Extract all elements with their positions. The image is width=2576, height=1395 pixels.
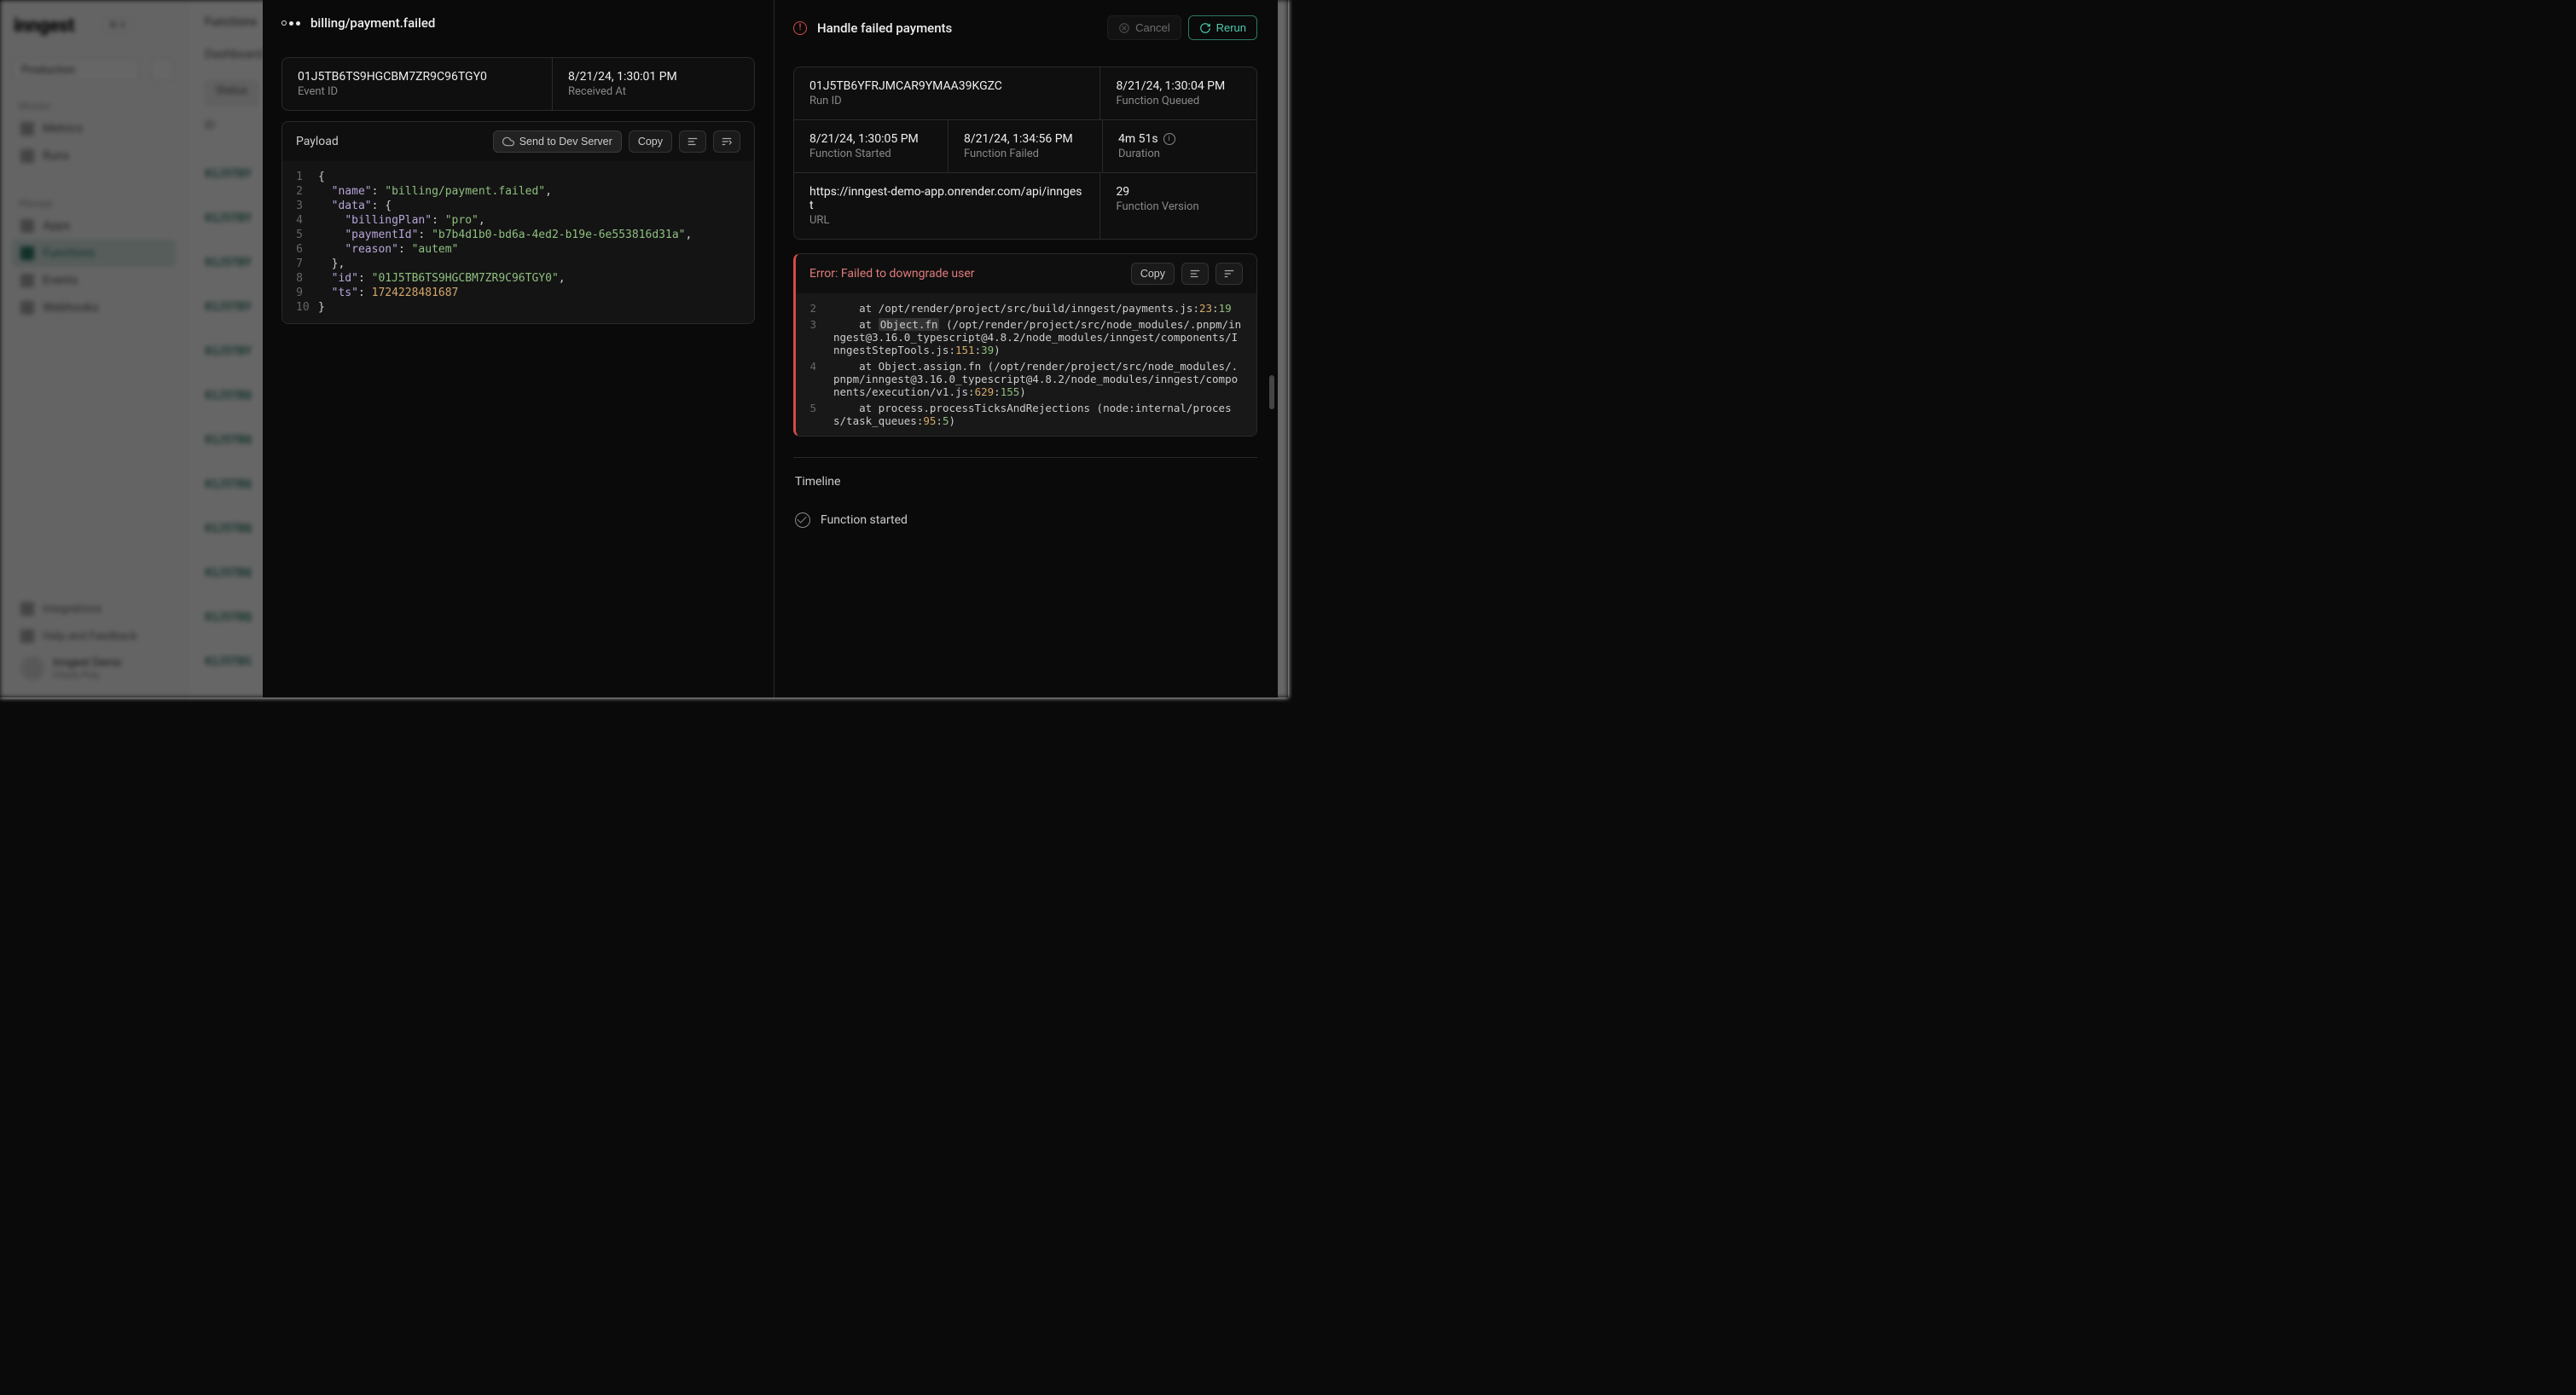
- scrollbar-thumb[interactable]: [1269, 375, 1274, 409]
- sort-icon: [721, 136, 733, 148]
- cloud-icon: [502, 136, 514, 148]
- code-line: 4 "billingPlan": "pro",: [282, 213, 754, 228]
- duration-value: 4m 51s i: [1118, 132, 1241, 146]
- sort-icon: [1223, 268, 1235, 280]
- error-card: Error: Failed to downgrade user Copy 2 a…: [793, 253, 1257, 437]
- payload-code: 1{2 "name": "billing/payment.failed",3 "…: [282, 161, 754, 323]
- code-line: 1{: [282, 170, 754, 184]
- url-label: URL: [809, 214, 1084, 227]
- duration-label: Duration: [1118, 148, 1241, 160]
- event-title: billing/payment.failed: [310, 15, 435, 31]
- code-line: 6 "reason": "autem": [282, 242, 754, 257]
- copy-error-button[interactable]: Copy: [1131, 263, 1175, 285]
- run-title: Handle failed payments: [817, 20, 952, 36]
- payload-title: Payload: [296, 135, 339, 148]
- received-at-value: 8/21/24, 1:30:01 PM: [568, 70, 739, 84]
- failed-label: Function Failed: [964, 148, 1087, 160]
- event-header: billing/payment.failed: [263, 0, 774, 47]
- error-stacktrace: 2 at /opt/render/project/src/build/innge…: [796, 293, 1256, 436]
- cancel-icon: [1118, 22, 1130, 34]
- stack-line: 4 at Object.assign.fn (/opt/render/proje…: [796, 358, 1256, 400]
- refresh-icon: [1199, 22, 1211, 34]
- code-line: 3 "data": {: [282, 199, 754, 213]
- detail-panel: billing/payment.failed 01J5TB6TS9HGCBM7Z…: [263, 0, 1278, 698]
- cancel-button[interactable]: Cancel: [1107, 15, 1181, 40]
- timeline-item[interactable]: Function started: [793, 506, 1257, 535]
- code-line: 8 "id": "01J5TB6TS9HGCBM7ZR9C96TGY0",: [282, 271, 754, 286]
- run-header: Handle failed payments Cancel Rerun: [775, 0, 1276, 56]
- received-at-label: Received At: [568, 85, 739, 98]
- event-icon: [281, 20, 300, 26]
- event-meta-card: 01J5TB6TS9HGCBM7ZR9C96TGY0 Event ID 8/21…: [281, 57, 755, 111]
- timeline-title: Timeline: [793, 475, 1257, 489]
- wrap-error-button[interactable]: [1181, 263, 1209, 285]
- wrap-toggle-button[interactable]: [679, 130, 706, 153]
- wrap-icon: [1189, 268, 1201, 280]
- stack-line: 2 at /opt/render/project/src/build/innge…: [796, 300, 1256, 316]
- expand-error-button[interactable]: [1215, 263, 1243, 285]
- code-line: 10}: [282, 300, 754, 315]
- failed-value: 8/21/24, 1:34:56 PM: [964, 132, 1087, 146]
- wrap-icon: [687, 136, 699, 148]
- event-id-label: Event ID: [298, 85, 537, 98]
- queued-label: Function Queued: [1116, 95, 1241, 107]
- run-id-label: Run ID: [809, 95, 1084, 107]
- run-meta-card: 01J5TB6YFRJMCAR9YMAA39KGZC Run ID 8/21/2…: [793, 67, 1257, 240]
- payload-section: Payload Send to Dev Server Copy 1{2 "nam…: [281, 121, 755, 324]
- started-label: Function Started: [809, 148, 932, 160]
- expand-button[interactable]: [713, 130, 740, 153]
- run-id-value: 01J5TB6YFRJMCAR9YMAA39KGZC: [809, 79, 1084, 93]
- event-id-value: 01J5TB6TS9HGCBM7ZR9C96TGY0: [298, 70, 537, 84]
- version-label: Function Version: [1116, 200, 1241, 213]
- queued-value: 8/21/24, 1:30:04 PM: [1116, 79, 1241, 93]
- info-icon[interactable]: i: [1163, 133, 1175, 145]
- started-value: 8/21/24, 1:30:05 PM: [809, 132, 932, 146]
- copy-payload-button[interactable]: Copy: [629, 130, 672, 153]
- timeline-item-label: Function started: [821, 513, 908, 527]
- url-value: https://inngest-demo-app.onrender.com/ap…: [809, 185, 1084, 212]
- stack-line: 3 at Object.fn (/opt/render/project/src/…: [796, 316, 1256, 358]
- error-title: Error: Failed to downgrade user: [809, 267, 975, 281]
- alert-icon: [793, 21, 807, 35]
- timeline-section: Timeline Function started: [793, 457, 1257, 535]
- code-line: 9 "ts": 1724228481687: [282, 286, 754, 300]
- code-line: 2 "name": "billing/payment.failed",: [282, 184, 754, 199]
- check-circle-icon: [795, 512, 810, 528]
- code-line: 5 "paymentId": "b7b4d1b0-bd6a-4ed2-b19e-…: [282, 228, 754, 242]
- rerun-button[interactable]: Rerun: [1188, 15, 1257, 40]
- stack-line: 5 at process.processTicksAndRejections (…: [796, 400, 1256, 429]
- code-line: 7 },: [282, 257, 754, 271]
- version-value: 29: [1116, 185, 1241, 199]
- send-to-dev-server-button[interactable]: Send to Dev Server: [493, 130, 622, 153]
